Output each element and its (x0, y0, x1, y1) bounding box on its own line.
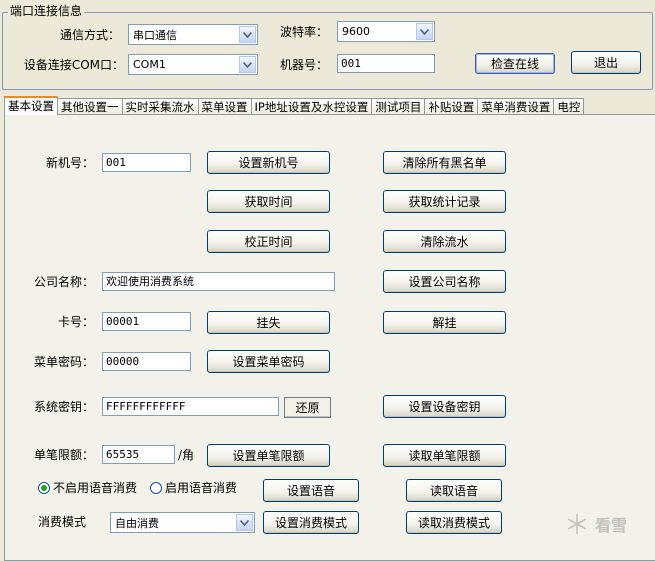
watermark-logo: 看雪 (565, 512, 627, 536)
exit-button[interactable]: 退出 (571, 51, 641, 74)
tab-subsidy-settings[interactable]: 补贴设置 (424, 98, 479, 115)
device-port-value: COM1 (133, 58, 166, 71)
watermark-text: 看雪 (595, 516, 628, 535)
mode-label: 消费模式 (38, 515, 87, 529)
voice-off-radio[interactable]: 不启用语音消费 (38, 479, 137, 496)
sys-key-label: 系统密钥： (33, 400, 94, 414)
tab-realtime-collection[interactable]: 实时采集流水 (121, 98, 199, 115)
mode-select[interactable]: 自由消费 (110, 512, 255, 533)
set-company-button[interactable]: 设置公司名称 (383, 270, 506, 293)
chevron-down-icon[interactable] (239, 56, 256, 73)
tab-menu-consume-settings[interactable]: 菜单消费设置 (477, 98, 555, 115)
device-port-label: 设备连接COM口： (23, 58, 124, 72)
set-device-key-button[interactable]: 设置设备密钥 (383, 395, 506, 418)
chevron-down-icon[interactable] (236, 514, 253, 531)
card-label: 卡号： (57, 315, 94, 329)
company-label: 公司名称： (33, 275, 94, 289)
port-info-legend: 端口连接信息 (8, 4, 85, 18)
chevron-down-icon[interactable] (416, 23, 433, 40)
menu-pwd-label: 菜单密码： (33, 355, 94, 369)
tab-other-settings-1[interactable]: 其他设置一 (57, 98, 123, 115)
machine-no-label: 机器号： (280, 58, 329, 72)
comm-mode-select[interactable]: 串口通信 (128, 24, 258, 45)
machine-no-input[interactable]: 001 (337, 54, 435, 73)
mode-value: 自由消费 (115, 516, 159, 530)
clear-flow-button[interactable]: 清除流水 (383, 230, 506, 253)
new-machine-label: 新机号： (45, 156, 94, 170)
chevron-down-icon[interactable] (239, 26, 256, 43)
tab-power-control[interactable]: 电控 (553, 98, 585, 115)
menu-pwd-input[interactable]: 00000 (102, 352, 191, 371)
report-loss-button[interactable]: 挂失 (207, 311, 330, 334)
baud-value: 9600 (342, 25, 370, 38)
check-online-button[interactable]: 检查在线 (475, 53, 555, 74)
get-time-button[interactable]: 获取时间 (207, 190, 330, 213)
calibrate-time-button[interactable]: 校正时间 (207, 230, 330, 253)
voice-off-label: 不启用语音消费 (53, 481, 138, 495)
tab-menu-settings[interactable]: 菜单设置 (197, 98, 252, 115)
sys-key-input[interactable]: FFFFFFFFFFFF (102, 397, 279, 416)
clear-blacklist-button[interactable]: 清除所有黑名单 (383, 151, 506, 174)
radio-unselected-icon (150, 481, 162, 494)
tab-basic-settings[interactable]: 基本设置 (4, 96, 58, 115)
comm-mode-value: 串口通信 (133, 28, 177, 42)
read-mode-button[interactable]: 读取消费模式 (406, 511, 502, 534)
baud-label: 波特率： (280, 25, 329, 39)
read-limit-button[interactable]: 读取单笔限额 (383, 444, 506, 467)
set-menu-pwd-button[interactable]: 设置菜单密码 (207, 350, 330, 373)
get-stats-button[interactable]: 获取统计记录 (383, 190, 506, 213)
restore-button[interactable]: 还原 (284, 397, 331, 418)
set-voice-button[interactable]: 设置语音 (263, 479, 359, 502)
set-new-machine-button[interactable]: 设置新机号 (207, 151, 330, 174)
limit-input[interactable]: 65535 (102, 445, 175, 464)
company-input[interactable]: 欢迎使用消费系统 (102, 272, 335, 291)
unlock-button[interactable]: 解挂 (383, 311, 506, 334)
device-port-select[interactable]: COM1 (128, 54, 258, 75)
tab-ip-water-settings[interactable]: IP地址设置及水控设置 (250, 98, 373, 115)
tab-strip: 基本设置 其他设置一 实时采集流水 菜单设置 IP地址设置及水控设置 测试项目 补贴设置 菜单… (4, 96, 655, 115)
read-voice-button[interactable]: 读取语音 (406, 479, 502, 502)
set-limit-button[interactable]: 设置单笔限额 (207, 444, 330, 467)
snowflake-icon (567, 514, 587, 534)
voice-on-label: 启用语音消费 (165, 481, 238, 495)
tab-test-items[interactable]: 测试项目 (371, 98, 426, 115)
baud-select[interactable]: 9600 (337, 21, 435, 42)
card-input[interactable]: 00001 (102, 312, 191, 331)
voice-on-radio[interactable]: 启用语音消费 (150, 479, 237, 496)
radio-selected-icon (38, 481, 50, 494)
set-mode-button[interactable]: 设置消费模式 (263, 511, 359, 534)
new-machine-input[interactable]: 001 (102, 153, 191, 172)
limit-unit: /角 (178, 448, 195, 462)
comm-mode-label: 通信方式： (59, 28, 120, 42)
limit-label: 单笔限额： (33, 448, 94, 462)
